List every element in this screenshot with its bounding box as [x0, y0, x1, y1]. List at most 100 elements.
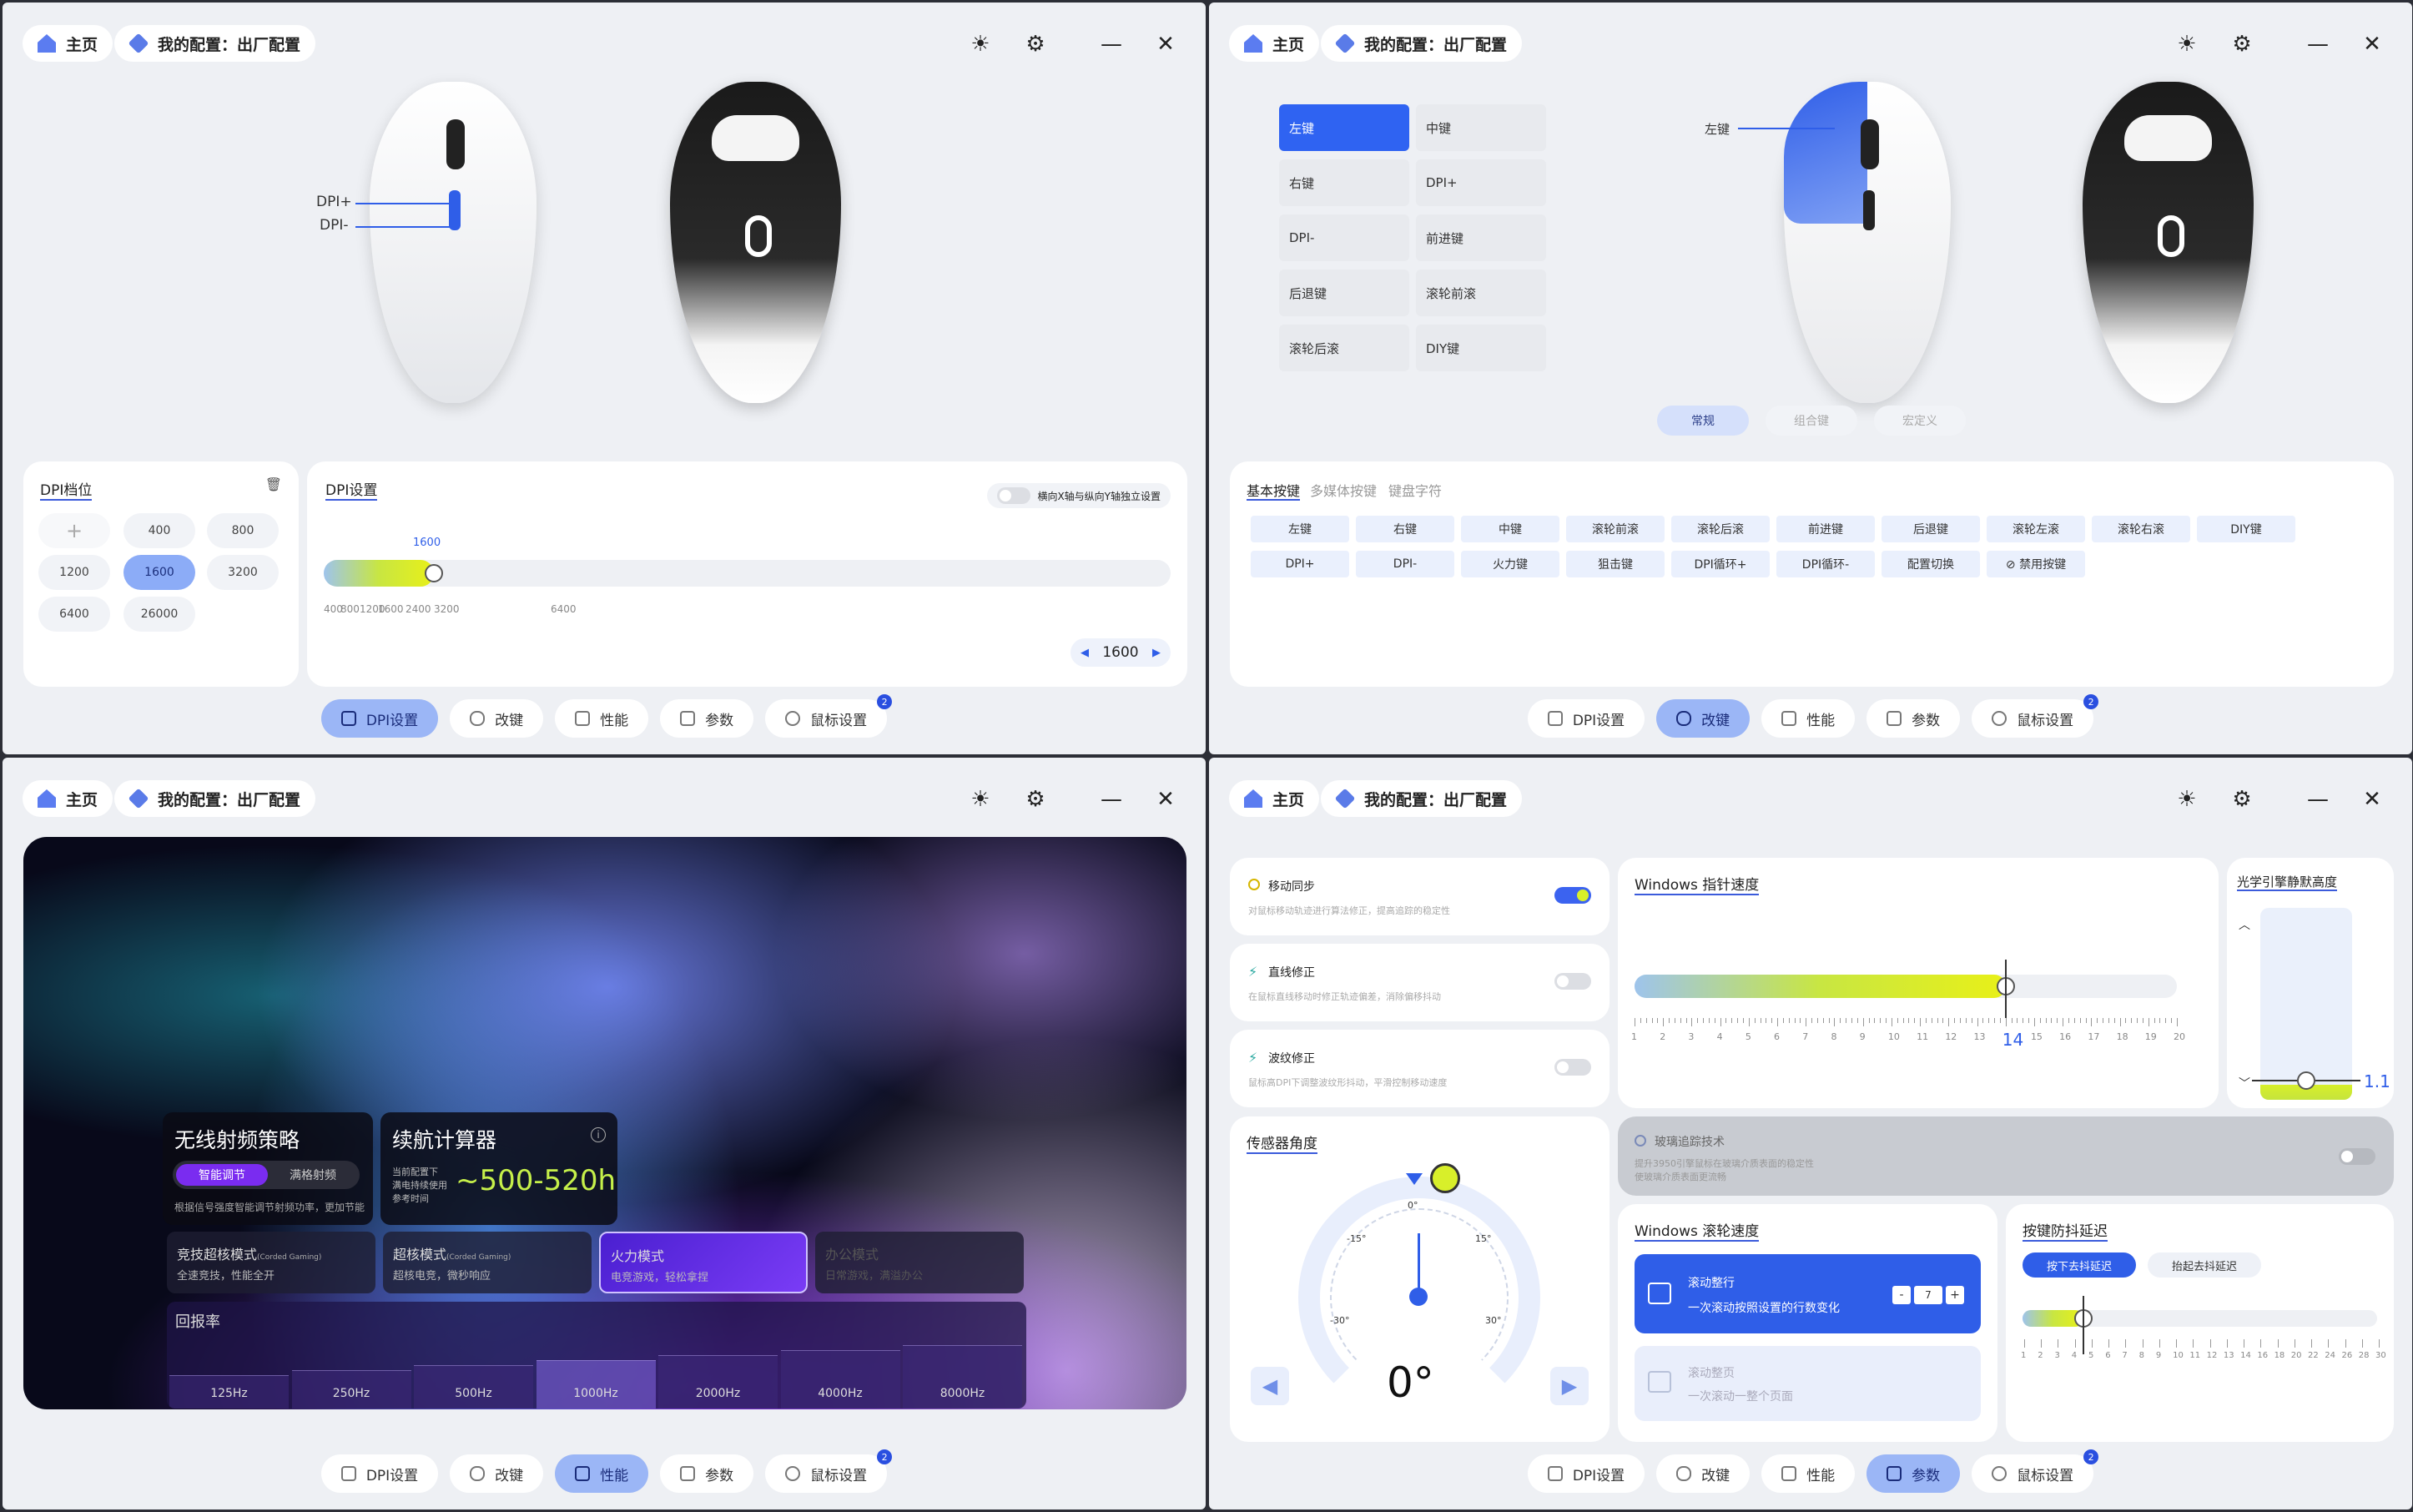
- home-button[interactable]: 主页: [23, 25, 113, 62]
- tab-mouse-settings[interactable]: 鼠标设置 2: [765, 694, 893, 738]
- motion-sync-toggle[interactable]: [1554, 887, 1591, 904]
- tab-mouse-settings[interactable]: 鼠标设置 2: [1972, 1449, 2099, 1493]
- basic-key[interactable]: 狙击键: [1566, 551, 1665, 577]
- key-middle[interactable]: 中键: [1416, 104, 1546, 151]
- basic-key[interactable]: 滚轮左滚: [1987, 516, 2085, 542]
- chevron-down-icon[interactable]: ﹀: [2239, 1075, 2250, 1091]
- profile-button[interactable]: 我的配置：出厂配置: [114, 780, 316, 817]
- basic-key[interactable]: 中键: [1461, 516, 1559, 542]
- add-level-button[interactable]: +: [38, 513, 110, 548]
- basic-key[interactable]: 左键: [1251, 516, 1349, 542]
- info-icon[interactable]: i: [591, 1127, 606, 1142]
- dpi-level-1200[interactable]: 1200: [38, 555, 110, 590]
- polling-rate-bar[interactable]: 2000Hz: [658, 1355, 778, 1409]
- angle-dial-knob[interactable]: [1430, 1163, 1460, 1193]
- basic-key[interactable]: 右键: [1356, 516, 1454, 542]
- key-left[interactable]: 左键: [1279, 104, 1409, 151]
- dpi-level-3200[interactable]: 3200: [207, 555, 279, 590]
- tab-params[interactable]: 参数: [1866, 699, 1961, 738]
- tab-params[interactable]: 参数: [660, 699, 754, 738]
- glass-tracking-toggle[interactable]: [2339, 1148, 2375, 1165]
- key-right[interactable]: 右键: [1279, 159, 1409, 206]
- pointer-speed-slider[interactable]: [1635, 975, 2177, 998]
- key-back[interactable]: 后退键: [1279, 270, 1409, 316]
- tab-remap[interactable]: 改键: [1656, 699, 1751, 738]
- dpi-button[interactable]: [449, 190, 461, 230]
- settings-icon[interactable]: ⚙: [2225, 783, 2259, 816]
- tab-params[interactable]: 参数: [1866, 1454, 1961, 1493]
- home-button[interactable]: 主页: [1229, 25, 1320, 62]
- key-scroll-down[interactable]: 滚轮后滚: [1279, 325, 1409, 371]
- tab-performance[interactable]: 性能: [1761, 1454, 1856, 1493]
- decrement-button[interactable]: -: [1892, 1286, 1911, 1304]
- tab-params[interactable]: 参数: [660, 1454, 754, 1493]
- tab-dpi[interactable]: DPI设置: [320, 1454, 439, 1493]
- dpi-level-26000[interactable]: 26000: [123, 597, 195, 632]
- subtab-basic[interactable]: 基本按键: [1247, 480, 1301, 501]
- dpi-level-800[interactable]: 800: [207, 513, 279, 548]
- dpi-level-1600[interactable]: 1600: [123, 555, 195, 590]
- brightness-icon[interactable]: ☀: [2170, 783, 2204, 816]
- brightness-icon[interactable]: ☀: [964, 783, 997, 816]
- basic-key[interactable]: DPI循环-: [1776, 551, 1875, 577]
- trash-icon[interactable]: 🗑: [265, 476, 282, 492]
- close-icon[interactable]: ✕: [2355, 28, 2389, 61]
- increment-icon[interactable]: ▶: [1152, 647, 1161, 659]
- tab-dpi[interactable]: DPI设置: [1527, 699, 1645, 738]
- mode-card[interactable]: 超核模式(Corded Gaming) 超核电竞，微秒响应: [383, 1232, 592, 1293]
- angle-increase-button[interactable]: ▶: [1550, 1367, 1589, 1405]
- dpi-level-6400[interactable]: 6400: [38, 597, 110, 632]
- key-forward[interactable]: 前进键: [1416, 214, 1546, 261]
- scroll-by-line-option[interactable]: 滚动整行 一次滚动按照设置的行数变化 - 7 +: [1635, 1254, 1981, 1333]
- tab-performance[interactable]: 性能: [555, 699, 649, 738]
- basic-key[interactable]: 滚轮后滚: [1671, 516, 1770, 542]
- chevron-up-icon[interactable]: ︿: [2239, 916, 2250, 933]
- basic-key[interactable]: DPI-: [1356, 551, 1454, 577]
- tab-remap[interactable]: 改键: [450, 699, 544, 738]
- home-button[interactable]: 主页: [1229, 780, 1320, 817]
- profile-button[interactable]: 我的配置：出厂配置: [114, 25, 316, 62]
- profile-button[interactable]: 我的配置：出厂配置: [1321, 780, 1523, 817]
- dpi-slider[interactable]: [324, 560, 1171, 587]
- home-button[interactable]: 主页: [23, 780, 113, 817]
- key-dpi-minus[interactable]: DPI-: [1279, 214, 1409, 261]
- increment-button[interactable]: +: [1946, 1286, 1964, 1304]
- polling-rate-bar[interactable]: 125Hz: [169, 1375, 289, 1409]
- polling-rate-bar[interactable]: 250Hz: [291, 1370, 411, 1409]
- segment-combo[interactable]: 组合键: [1766, 406, 1857, 436]
- release-debounce-tab[interactable]: 抬起去抖延迟: [2148, 1252, 2261, 1278]
- tab-dpi[interactable]: DPI设置: [1527, 1454, 1645, 1493]
- settings-icon[interactable]: ⚙: [1019, 28, 1052, 61]
- mode-card[interactable]: 火力模式 电竞游戏，轻松拿捏: [599, 1232, 808, 1293]
- close-icon[interactable]: ✕: [1149, 783, 1182, 816]
- basic-key[interactable]: 滚轮前滚: [1566, 516, 1665, 542]
- profile-button[interactable]: 我的配置：出厂配置: [1321, 25, 1523, 62]
- full-rf-button[interactable]: 满格射频: [270, 1164, 356, 1186]
- basic-key[interactable]: DPI+: [1251, 551, 1349, 577]
- basic-key[interactable]: DPI循环+: [1671, 551, 1770, 577]
- dpi-level-400[interactable]: 400: [123, 513, 195, 548]
- segment-macro[interactable]: 宏定义: [1874, 406, 1966, 436]
- decrement-icon[interactable]: ◀: [1081, 647, 1089, 659]
- basic-key[interactable]: DIY键: [2197, 516, 2295, 542]
- basic-key[interactable]: 滚轮右滚: [2092, 516, 2190, 542]
- mode-card[interactable]: 竞技超核模式(Corded Gaming) 全速竞技，性能全开: [167, 1232, 375, 1293]
- subtab-media[interactable]: 多媒体按键: [1310, 480, 1377, 500]
- tab-mouse-settings[interactable]: 鼠标设置 2: [1972, 694, 2099, 738]
- tab-remap[interactable]: 改键: [450, 1454, 544, 1493]
- basic-key[interactable]: ⊘ 禁用按键: [1987, 551, 2085, 577]
- subtab-keyboard[interactable]: 键盘字符: [1388, 480, 1442, 500]
- polling-rate-bar[interactable]: 1000Hz: [536, 1360, 656, 1409]
- polling-rate-bar[interactable]: 8000Hz: [903, 1345, 1022, 1409]
- smart-mode-button[interactable]: 智能调节: [176, 1164, 268, 1186]
- toggle-switch[interactable]: [997, 487, 1031, 504]
- dpi-slider-handle[interactable]: [424, 564, 443, 582]
- tab-performance[interactable]: 性能: [555, 1454, 649, 1493]
- basic-key[interactable]: 火力键: [1461, 551, 1559, 577]
- minimize-icon[interactable]: —: [1095, 783, 1128, 816]
- polling-rate-bar[interactable]: 4000Hz: [780, 1350, 900, 1409]
- basic-key[interactable]: 后退键: [1882, 516, 1980, 542]
- close-icon[interactable]: ✕: [2355, 783, 2389, 816]
- minimize-icon[interactable]: —: [1095, 28, 1128, 61]
- scroll-lines-input[interactable]: 7: [1914, 1286, 1942, 1304]
